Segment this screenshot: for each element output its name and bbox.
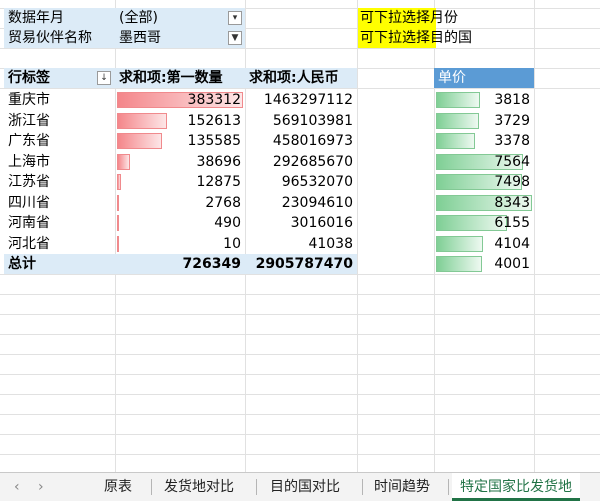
row-label: 河北省 (8, 235, 50, 252)
sort-filter-icon[interactable]: ↓ (97, 71, 111, 85)
price-cell: 3729 (494, 112, 530, 129)
qty-cell: 490 (214, 215, 241, 231)
gridline (0, 414, 600, 415)
price-cell: 4104 (494, 235, 530, 252)
filter-value-month[interactable]: (全部) (115, 8, 245, 28)
rmb-cell: 3016016 (290, 215, 353, 231)
qty-header: 求和项:第一数量 (115, 68, 245, 88)
filter-label-partner: 贸易伙伴名称 (4, 28, 115, 48)
row-label: 浙江省 (8, 112, 50, 129)
total-label: 总计 (4, 254, 115, 274)
row-label: 河南省 (8, 215, 50, 231)
gridline (0, 334, 600, 335)
rmb-cell: 23094610 (281, 194, 353, 211)
note-country: 可下拉选择目的国 (360, 30, 472, 46)
rmb-cell: 41038 (308, 235, 353, 252)
price-cell: 8343 (494, 194, 530, 211)
qty-cell: 152613 (187, 112, 241, 129)
tab-time-trend[interactable]: 时间趋势 (366, 473, 438, 501)
tab-separator (448, 479, 449, 495)
gridline (0, 434, 600, 435)
gridline (0, 48, 600, 49)
total-price: 4001 (494, 256, 530, 272)
gridline (0, 274, 600, 275)
note-month: 可下拉选择月份 (360, 10, 458, 26)
tab-specific-country[interactable]: 特定国家比发货地 (452, 473, 580, 501)
tab-separator (362, 479, 363, 495)
row-label: 四川省 (8, 194, 50, 211)
price-cell: 7498 (494, 174, 530, 190)
rmb-cell: 292685670 (272, 153, 353, 170)
gridline (0, 88, 600, 89)
dropdown-arrow-icon[interactable]: ▾ (228, 11, 242, 25)
tab-dest-compare[interactable]: 目的国对比 (262, 473, 348, 501)
row-label: 上海市 (8, 153, 50, 170)
tab-origin-compare[interactable]: 发货地对比 (156, 473, 242, 501)
qty-cell: 135585 (187, 133, 241, 149)
rmb-header: 求和项:人民币 (245, 68, 357, 88)
qty-cell: 10 (223, 235, 241, 252)
price-cell: 6155 (494, 215, 530, 231)
qty-cell: 12875 (196, 174, 241, 190)
worksheet[interactable]: 数据年月 (全部) ▾ 贸易伙伴名称 墨西哥 ▼ 可下拉选择月份 可下拉选择目的… (0, 0, 600, 472)
next-sheet-icon[interactable]: › (30, 473, 52, 501)
row-label: 江苏省 (8, 174, 50, 190)
gridline (0, 294, 600, 295)
rmb-cell: 458016973 (272, 133, 353, 149)
total-rmb: 2905787470 (245, 254, 357, 274)
filter-label-month: 数据年月 (4, 8, 115, 28)
qty-cell: 38696 (196, 153, 241, 170)
rmb-cell: 96532070 (281, 174, 353, 190)
sheet-tab-bar: ‹ › 原表 发货地对比 目的国对比 时间趋势 特定国家比发货地 (0, 472, 600, 501)
tab-separator (256, 479, 257, 495)
total-qty: 726349 (115, 254, 245, 274)
row-label: 广东省 (8, 133, 50, 149)
gridline (0, 354, 600, 355)
prev-sheet-icon[interactable]: ‹ (6, 473, 28, 501)
gridline (0, 314, 600, 315)
tab-original[interactable]: 原表 (96, 473, 140, 501)
qty-cell: 383312 (187, 92, 241, 108)
price-cell: 3818 (494, 92, 530, 108)
tab-separator (151, 479, 152, 495)
rmb-cell: 1463297112 (263, 92, 353, 108)
price-cell: 3378 (494, 133, 530, 149)
row-label: 重庆市 (8, 92, 50, 108)
gridline (534, 0, 535, 472)
gridline (0, 374, 600, 375)
rmb-cell: 569103981 (272, 112, 353, 129)
gridline (0, 454, 600, 455)
qty-cell: 2768 (205, 194, 241, 211)
gridline (0, 394, 600, 395)
filter-value-partner[interactable]: 墨西哥 (115, 28, 245, 48)
price-header: 单价 (434, 68, 534, 88)
gridline (357, 0, 358, 472)
filter-funnel-icon[interactable]: ▼ (228, 31, 242, 45)
price-cell: 7564 (494, 153, 530, 170)
